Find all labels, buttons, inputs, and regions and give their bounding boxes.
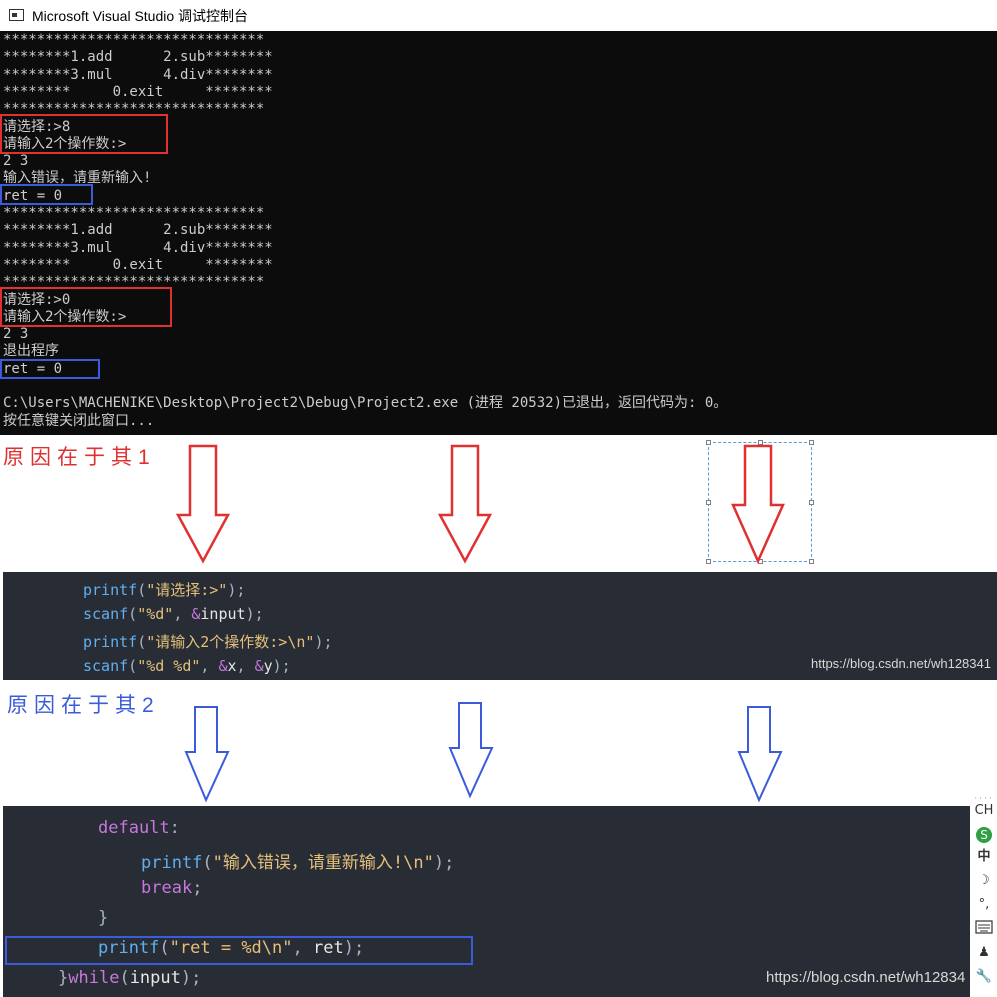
tools-wrench-icon[interactable]: 🔧 bbox=[974, 968, 994, 986]
keyboard-icon[interactable] bbox=[974, 920, 994, 938]
resize-handle[interactable] bbox=[809, 500, 814, 505]
code-line: } bbox=[98, 908, 109, 928]
down-arrow-icon[interactable] bbox=[731, 444, 785, 565]
console-line: 2 3 bbox=[3, 153, 29, 170]
down-arrow-icon bbox=[448, 702, 494, 799]
highlight-box-blue bbox=[0, 359, 100, 379]
code-line: printf("输入错误，请重新输入!\n"); bbox=[141, 853, 455, 873]
reason-heading-1: 原因在于其1 bbox=[3, 446, 156, 469]
window-title-bar[interactable]: Microsoft Visual Studio 调试控制台 bbox=[0, 0, 997, 32]
code-line: scanf("%d %d", &x, &y); bbox=[83, 657, 291, 675]
down-arrow-icon bbox=[437, 444, 493, 564]
resize-handle[interactable] bbox=[706, 440, 711, 445]
ime-mode-indicator[interactable]: 中 bbox=[974, 848, 994, 866]
skin-icon[interactable]: ♟ bbox=[974, 944, 994, 962]
console-line: 2 3 bbox=[3, 326, 29, 343]
down-arrow-icon bbox=[175, 444, 231, 564]
console-line: ******** 0.exit ******** bbox=[3, 256, 273, 273]
sogou-logo-icon[interactable]: S bbox=[974, 826, 994, 844]
console-app-icon bbox=[9, 9, 24, 21]
resize-handle[interactable] bbox=[809, 440, 814, 445]
code-snippet-input: printf("请选择:>"); scanf("%d", &input); pr… bbox=[3, 572, 997, 680]
console-line: 按任意键关闭此窗口... bbox=[3, 412, 155, 429]
console-line: ******************************* bbox=[3, 205, 265, 221]
console-line: ********3.mul 4.div******** bbox=[3, 66, 273, 83]
highlight-box-blue bbox=[5, 936, 473, 965]
svg-text:S: S bbox=[980, 828, 988, 842]
watermark-url: https://blog.csdn.net/wh128341 bbox=[811, 656, 991, 671]
reason-heading-2: 原因在于其2 bbox=[7, 694, 160, 717]
code-line: }while(input); bbox=[58, 968, 202, 988]
console-line: C:\Users\MACHENIKE\Desktop\Project2\Debu… bbox=[3, 395, 728, 412]
punctuation-icon[interactable]: °, bbox=[974, 896, 994, 914]
code-line: default: bbox=[98, 818, 180, 838]
half-width-moon-icon[interactable]: ☽ bbox=[974, 872, 994, 890]
code-snippet-switch: default: printf("输入错误，请重新输入!\n"); break;… bbox=[3, 806, 970, 997]
console-line: ********3.mul 4.div******** bbox=[3, 239, 273, 256]
console-line: ********1.add 2.sub******** bbox=[3, 49, 273, 66]
debug-console[interactable]: ******************************* ********… bbox=[0, 31, 997, 435]
console-line: ******** 0.exit ******** bbox=[3, 83, 273, 100]
ime-toolbar[interactable]: ···· CH S 中 ☽ °, ♟ 🔧 bbox=[970, 790, 997, 997]
ime-language-indicator[interactable]: CH bbox=[974, 802, 994, 820]
down-arrow-icon bbox=[737, 706, 783, 803]
console-line: ******************************* bbox=[3, 32, 265, 48]
console-line: ********1.add 2.sub******** bbox=[3, 222, 273, 239]
code-line: break; bbox=[141, 878, 203, 898]
resize-handle[interactable] bbox=[706, 500, 711, 505]
down-arrow-icon bbox=[184, 706, 230, 803]
highlight-box-red bbox=[0, 114, 168, 154]
code-line: printf("请选择:>"); bbox=[83, 581, 246, 599]
resize-handle[interactable] bbox=[706, 559, 711, 564]
highlight-box-red bbox=[0, 287, 172, 327]
code-line: printf("请输入2个操作数:>\n"); bbox=[83, 633, 333, 651]
resize-handle[interactable] bbox=[809, 559, 814, 564]
window-title: Microsoft Visual Studio 调试控制台 bbox=[32, 8, 249, 24]
code-line: scanf("%d", &input); bbox=[83, 605, 264, 623]
watermark-url: https://blog.csdn.net/wh12834 bbox=[766, 969, 966, 986]
highlight-box-blue bbox=[0, 184, 93, 205]
